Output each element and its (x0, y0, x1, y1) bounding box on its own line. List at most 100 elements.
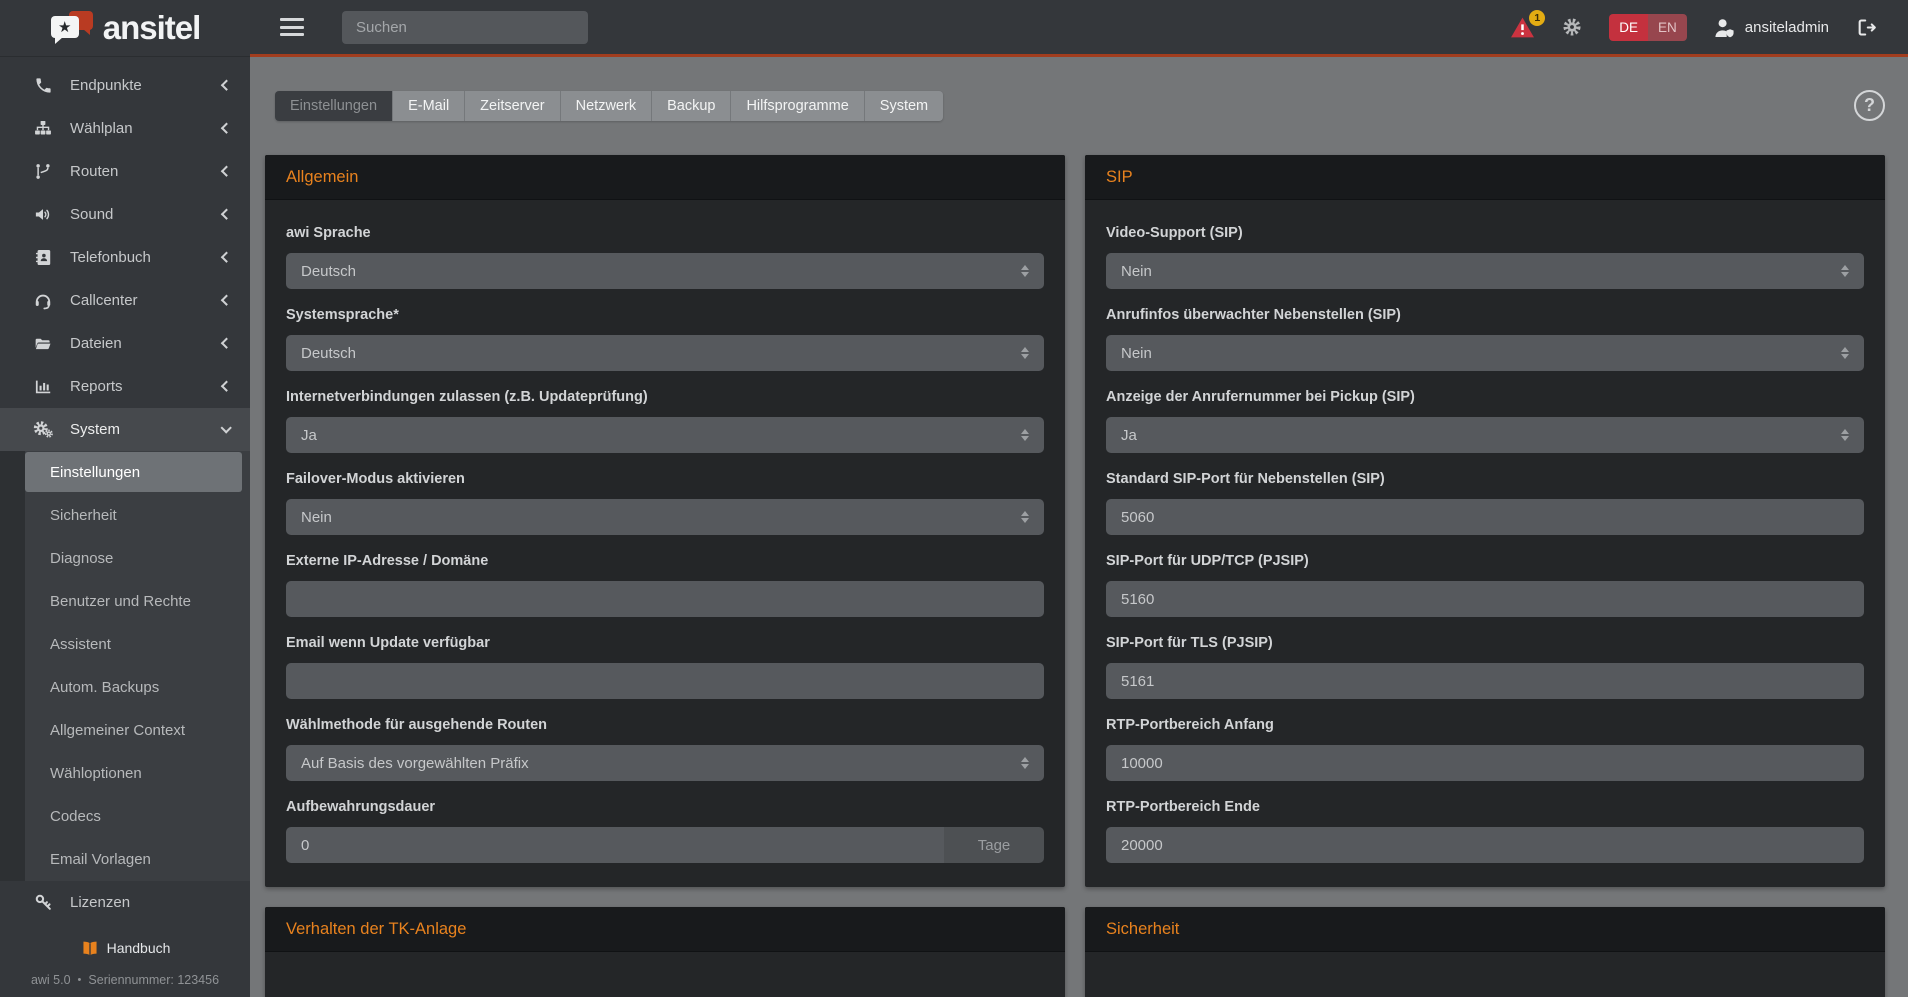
select-arrows-icon (1841, 265, 1849, 278)
chevron-left-icon (220, 381, 232, 393)
anrufinfos-select[interactable]: Nein (1106, 335, 1864, 371)
lang-en-button[interactable]: EN (1648, 14, 1687, 41)
sidebar-item-waehlplan[interactable]: Wählplan (0, 107, 250, 150)
language-switcher: DE EN (1609, 14, 1687, 41)
panel-sip: SIP Video-Support (SIP) Nein Anrufinfos … (1085, 155, 1885, 887)
sidebar-item-routen[interactable]: Routen (0, 150, 250, 193)
field-failover-modus: Failover-Modus aktivieren Nein (286, 471, 1044, 535)
chat-bubbles-star-icon (50, 9, 94, 47)
alert-warning-button[interactable]: 1 (1510, 16, 1535, 39)
awi-sprache-select[interactable]: Deutsch (286, 253, 1044, 289)
tabs-row: Einstellungen E-Mail Zeitserver Netzwerk… (275, 90, 1885, 121)
submenu-item-sicherheit[interactable]: Sicherheit (0, 494, 250, 537)
main-area: 1 DE EN ansiteladmin (250, 0, 1908, 997)
select-arrows-icon (1021, 511, 1029, 524)
sidebar-item-telefonbuch[interactable]: Telefonbuch (0, 236, 250, 279)
lang-de-button[interactable]: DE (1609, 14, 1648, 41)
failover-modus-select[interactable]: Nein (286, 499, 1044, 535)
user-menu[interactable]: ansiteladmin (1713, 17, 1829, 38)
alert-count-badge: 1 (1529, 10, 1545, 26)
submenu-item-waehloptionen[interactable]: Wähloptionen (0, 752, 250, 795)
tab-netzwerk[interactable]: Netzwerk (561, 91, 652, 121)
field-anzeige-pickup: Anzeige der Anrufernummer bei Pickup (SI… (1106, 389, 1864, 453)
key-icon (30, 893, 56, 912)
chevron-left-icon (220, 295, 232, 307)
field-externe-ip: Externe IP-Adresse / Domäne (286, 553, 1044, 617)
brand-logo[interactable]: ansitel (0, 0, 250, 57)
submenu-item-diagnose[interactable]: Diagnose (0, 537, 250, 580)
field-waehlmethode: Wählmethode für ausgehende Routen Auf Ba… (286, 717, 1044, 781)
hamburger-menu-icon[interactable] (280, 18, 304, 36)
handbuch-link[interactable]: Handbuch (0, 939, 250, 957)
search-input[interactable] (342, 11, 588, 44)
panel-sicherheit: Sicherheit (1085, 907, 1885, 997)
tab-zeitserver[interactable]: Zeitserver (465, 91, 560, 121)
chevron-down-icon (220, 422, 232, 434)
sip-port-tls-input[interactable] (1106, 663, 1864, 699)
externe-ip-input[interactable] (286, 581, 1044, 617)
headset-icon (30, 291, 56, 311)
sidebar-item-dateien[interactable]: Dateien (0, 322, 250, 365)
field-sip-port-udp-tcp: SIP-Port für UDP/TCP (PJSIP) (1106, 553, 1864, 617)
sidebar-item-sound[interactable]: Sound (0, 193, 250, 236)
help-question-icon[interactable] (1854, 90, 1885, 121)
field-email-update: Email wenn Update verfügbar (286, 635, 1044, 699)
settings-tabs: Einstellungen E-Mail Zeitserver Netzwerk… (275, 91, 943, 121)
video-support-select[interactable]: Nein (1106, 253, 1864, 289)
panel-allgemein: Allgemein awi Sprache Deutsch Systemspra… (265, 155, 1065, 887)
panel-verhalten: Verhalten der TK-Anlage (265, 907, 1065, 997)
user-shield-icon (1713, 17, 1736, 38)
tage-addon: Tage (944, 827, 1044, 863)
submenu-item-einstellungen[interactable]: Einstellungen (25, 452, 242, 492)
tab-email[interactable]: E-Mail (393, 91, 465, 121)
select-arrows-icon (1841, 347, 1849, 360)
field-awi-sprache: awi Sprache Deutsch (286, 225, 1044, 289)
sidebar-item-callcenter[interactable]: Callcenter (0, 279, 250, 322)
select-arrows-icon (1021, 347, 1029, 360)
app-root: ansitel Endpunkte Wählplan (0, 0, 1908, 997)
sitemap-icon (30, 119, 56, 138)
email-update-input[interactable] (286, 663, 1044, 699)
sidebar-item-endpunkte[interactable]: Endpunkte (0, 64, 250, 107)
submenu-item-email-vorlagen[interactable]: Email Vorlagen (0, 838, 250, 881)
logout-icon[interactable] (1855, 17, 1878, 38)
field-internetverbindungen: Internetverbindungen zulassen (z.B. Upda… (286, 389, 1044, 453)
submenu-item-benutzer-und-rechte[interactable]: Benutzer und Rechte (0, 580, 250, 623)
systemsprache-select[interactable]: Deutsch (286, 335, 1044, 371)
submenu-item-allgemeiner-context[interactable]: Allgemeiner Context (0, 709, 250, 752)
chevron-left-icon (220, 123, 232, 135)
submenu-item-assistent[interactable]: Assistent (0, 623, 250, 666)
sidebar-item-lizenzen[interactable]: Lizenzen (0, 881, 250, 924)
sidebar-item-reports[interactable]: Reports (0, 365, 250, 408)
gears-icon (30, 419, 56, 440)
select-arrows-icon (1021, 429, 1029, 442)
anzeige-pickup-select[interactable]: Ja (1106, 417, 1864, 453)
brand-name: ansitel (103, 9, 201, 47)
waehlmethode-select[interactable]: Auf Basis des vorgewählten Präfix (286, 745, 1044, 781)
submenu-item-codecs[interactable]: Codecs (0, 795, 250, 838)
topbar: 1 DE EN ansiteladmin (250, 0, 1908, 57)
aufbewahrungsdauer-input[interactable] (286, 827, 944, 863)
settings-gear-button[interactable] (1561, 16, 1583, 38)
standard-sip-port-input[interactable] (1106, 499, 1864, 535)
field-aufbewahrungsdauer: Aufbewahrungsdauer Tage (286, 799, 1044, 863)
rtp-ende-input[interactable] (1106, 827, 1864, 863)
product-version: awi 5.0 (31, 973, 71, 987)
sidebar-item-system[interactable]: System (0, 408, 250, 451)
tab-backup[interactable]: Backup (652, 91, 731, 121)
internetverbindungen-select[interactable]: Ja (286, 417, 1044, 453)
panel-title-sicherheit: Sicherheit (1106, 920, 1179, 939)
panel-title-allgemein: Allgemein (286, 168, 358, 187)
field-anrufinfos: Anrufinfos überwachter Nebenstellen (SIP… (1106, 307, 1864, 371)
tab-system[interactable]: System (865, 91, 943, 121)
tab-hilfsprogramme[interactable]: Hilfsprogramme (731, 91, 864, 121)
volume-icon (30, 205, 56, 224)
book-icon (80, 939, 100, 957)
chevron-left-icon (220, 80, 232, 92)
rtp-anfang-input[interactable] (1106, 745, 1864, 781)
sip-port-udp-tcp-input[interactable] (1106, 581, 1864, 617)
submenu-item-autom-backups[interactable]: Autom. Backups (0, 666, 250, 709)
tab-einstellungen[interactable]: Einstellungen (275, 91, 393, 121)
field-sip-port-tls: SIP-Port für TLS (PJSIP) (1106, 635, 1864, 699)
select-arrows-icon (1841, 429, 1849, 442)
